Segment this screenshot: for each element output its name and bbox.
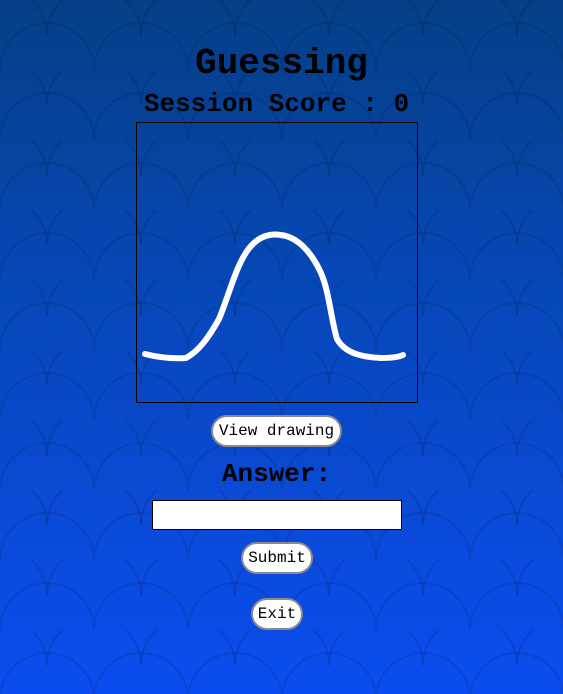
answer-label: Answer: <box>221 459 332 489</box>
session-score: Session Score : 0 <box>0 88 553 120</box>
score-separator: : <box>362 89 378 119</box>
drawing-canvas <box>136 122 418 403</box>
score-value: 0 <box>393 89 410 119</box>
exit-button[interactable]: Exit <box>251 598 303 630</box>
view-drawing-button[interactable]: View drawing <box>211 415 342 447</box>
score-label: Session Score <box>143 89 347 119</box>
drawing-svg <box>142 231 406 362</box>
drawing-stroke <box>142 231 406 362</box>
page-title: Guessing <box>195 43 368 84</box>
submit-button[interactable]: Submit <box>241 542 313 574</box>
answer-input[interactable] <box>152 500 402 530</box>
